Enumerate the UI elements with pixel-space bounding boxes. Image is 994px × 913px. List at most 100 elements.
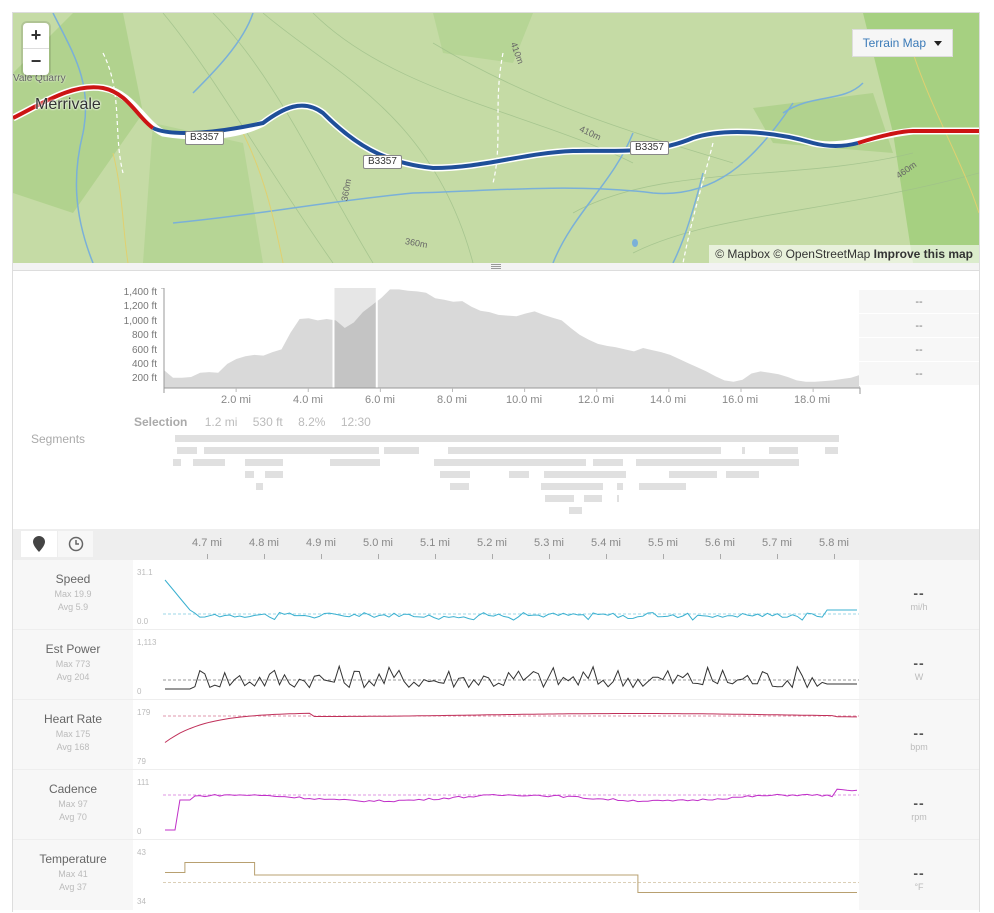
segment-bar[interactable] [245, 471, 254, 478]
segment-bar[interactable] [825, 447, 838, 454]
time-view-button[interactable] [57, 531, 93, 557]
distance-tick-label: 5.4 mi [591, 537, 621, 549]
stream-toolbar: 4.7 mi 4.8 mi 4.9 mi 5.0 mi 5.1 mi 5.2 mi 5.3 … [13, 529, 979, 559]
stream-current-value: -- rpm [859, 770, 979, 840]
stream-max: Max 19.9 [54, 589, 92, 599]
stream-line [165, 664, 857, 690]
elevation-x-tick: 8.0 mi [437, 394, 467, 406]
elevation-y-tick: 1,000 ft [123, 315, 157, 327]
elevation-x-tick: 10.0 mi [505, 394, 543, 406]
side-stat: -- [859, 290, 979, 314]
stream-max: Max 97 [58, 799, 88, 809]
stream-name: Speed [55, 572, 91, 586]
map-canvas[interactable] [13, 13, 979, 263]
stream-row-est-power: Est Power Max 773 Avg 204 1,113 0 -- W [13, 629, 979, 700]
caret-down-icon [934, 41, 942, 47]
segment-bar[interactable] [545, 495, 574, 502]
segment-bar[interactable] [434, 459, 586, 466]
segment-bar[interactable] [617, 495, 619, 502]
segment-bar[interactable] [384, 447, 419, 454]
distance-tick-label: 5.2 mi [477, 537, 507, 549]
distance-tick-label: 5.7 mi [762, 537, 792, 549]
stream-row-cadence: Cadence Max 97 Avg 70 111 0 -- rpm [13, 769, 979, 840]
elevation-x-tick: 4.0 mi [293, 394, 323, 406]
segment-bar[interactable] [509, 471, 529, 478]
elevation-side-stats: -- -- -- -- [859, 290, 979, 386]
segment-bar[interactable] [569, 507, 582, 514]
elevation-y-tick: 200 ft [131, 373, 157, 385]
stream-label: Est Power Max 773 Avg 204 [13, 630, 133, 700]
selection-label: Selection [134, 415, 188, 429]
segment-bar[interactable] [726, 471, 759, 478]
segment-bar[interactable] [256, 483, 263, 490]
elevation-x-tick: 12.0 mi [577, 394, 615, 406]
segment-bar[interactable] [584, 495, 602, 502]
stream-y-max: 1,113 [137, 638, 157, 647]
stream-max: Max 41 [58, 869, 88, 879]
road-label: B3357 [185, 131, 224, 145]
distance-view-button[interactable] [21, 531, 57, 557]
zoom-in-button[interactable]: + [23, 23, 49, 49]
segment-bar[interactable] [330, 459, 380, 466]
map-zoom-control: + − [23, 23, 49, 75]
segment-bar[interactable] [669, 471, 717, 478]
stream-avg: Avg 70 [59, 812, 87, 822]
stream-current-value: -- °F [859, 840, 979, 910]
stream-y-min: 0 [137, 687, 142, 696]
elevation-profile: 1,400 ft 1,200 ft 1,000 ft 800 ft 600 ft 400 … [13, 271, 979, 529]
road-label: B3357 [363, 155, 402, 169]
segment-bar[interactable] [193, 459, 225, 466]
distance-tick-label: 5.1 mi [420, 537, 450, 549]
segment-bar[interactable] [541, 483, 603, 490]
segment-bar[interactable] [639, 483, 686, 490]
distance-tick-label: 5.3 mi [534, 537, 564, 549]
segment-bar[interactable] [175, 435, 839, 442]
stream-unit: W [914, 672, 924, 682]
improve-map-link[interactable]: Improve this map [874, 247, 973, 261]
road-label: B3357 [630, 141, 669, 155]
segment-bar[interactable] [742, 447, 745, 454]
segment-bar[interactable] [173, 459, 181, 466]
stream-value: -- [913, 655, 925, 671]
segment-bar[interactable] [769, 447, 798, 454]
stream-chart[interactable] [163, 770, 859, 840]
stream-max: Max 773 [55, 659, 91, 669]
segment-bar[interactable] [245, 459, 283, 466]
segment-bar[interactable] [440, 471, 470, 478]
osm-link[interactable]: © OpenStreetMap [773, 247, 870, 261]
stream-chart[interactable] [163, 560, 859, 630]
elevation-y-tick: 800 ft [131, 330, 157, 342]
segments-label: Segments [31, 432, 86, 446]
stream-y-max: 111 [137, 778, 150, 787]
segment-bar[interactable] [177, 447, 197, 454]
segment-bar[interactable] [544, 471, 626, 478]
stream-chart[interactable] [163, 840, 859, 910]
town-label: Merrivale [35, 96, 101, 113]
route-line-selection [152, 103, 859, 171]
zoom-out-button[interactable]: − [23, 49, 49, 75]
stream-current-value: -- W [859, 630, 979, 700]
segment-bar[interactable] [593, 459, 623, 466]
stream-label: Speed Max 19.9 Avg 5.9 [13, 560, 133, 630]
stream-chart[interactable] [163, 630, 859, 700]
segment-bar[interactable] [636, 459, 799, 466]
segment-bar[interactable] [265, 471, 283, 478]
mapbox-link[interactable]: © Mapbox [715, 247, 770, 261]
stream-name: Est Power [45, 642, 101, 656]
route-map[interactable]: Vale Quarry Merrivale B3357 B3357 B3357 … [13, 13, 979, 263]
stream-y-max: 31.1 [137, 568, 153, 577]
stream-y-max: 179 [137, 708, 151, 717]
stream-value: -- [913, 585, 925, 601]
segment-bar[interactable] [204, 447, 379, 454]
stream-chart[interactable] [163, 700, 859, 770]
selection-grade: 8.2% [298, 415, 326, 429]
segment-bar[interactable] [450, 483, 469, 490]
segment-bar[interactable] [617, 483, 623, 490]
map-resize-handle[interactable] [13, 263, 979, 271]
segment-bar[interactable] [448, 447, 721, 454]
side-stat: -- [859, 338, 979, 362]
elevation-y-tick: 400 ft [131, 359, 157, 370]
stream-current-value: -- mi/h [859, 560, 979, 630]
distance-tick-label: 4.9 mi [306, 537, 336, 549]
map-layer-dropdown[interactable]: Terrain Map [851, 29, 953, 57]
